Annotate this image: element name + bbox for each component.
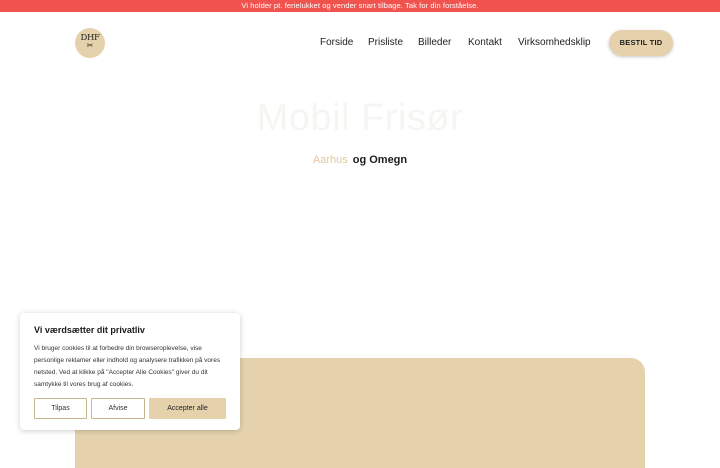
scissors-icon: ✂ (86, 41, 94, 50)
nav-item-prisliste[interactable]: Prisliste (368, 37, 403, 49)
announcement-bar: Vi holder pt. ferielukket og vender snar… (0, 0, 720, 12)
hero-subtitle-rest: og Omegn (352, 154, 408, 166)
cookie-accept-all-button[interactable]: Accepter alle (149, 398, 226, 419)
hero-title: Mobil Frisør (256, 97, 464, 139)
logo[interactable]: DHF ✂ (75, 28, 105, 58)
announcement-text: Vi holder pt. ferielukket og vender snar… (241, 1, 479, 10)
cookie-title: Vi værdsætter dit privatliv (34, 325, 145, 335)
nav-item-billeder[interactable]: Billeder (418, 37, 451, 49)
site-header: DHF ✂ Forside Prisliste Billeder Kontakt… (0, 12, 720, 74)
nav-item-kontakt[interactable]: Kontakt (468, 37, 502, 49)
cookie-customize-button[interactable]: Tilpas (34, 398, 87, 419)
nav-item-forside[interactable]: Forside (320, 37, 353, 49)
cookie-consent-banner: Vi værdsætter dit privatliv Vi bruger co… (20, 313, 240, 430)
hero-subtitle-accent: Aarhus (312, 154, 348, 166)
book-appointment-button[interactable]: BESTIL TID (609, 30, 673, 56)
hero-subtitle: Aarhus og Omegn (0, 153, 720, 167)
nav-item-virksomhedsklip[interactable]: Virksomhedsklip (518, 37, 591, 49)
cookie-reject-button[interactable]: Afvise (91, 398, 145, 419)
cookie-description: Vi bruger cookies til at forbedre din br… (34, 345, 221, 388)
